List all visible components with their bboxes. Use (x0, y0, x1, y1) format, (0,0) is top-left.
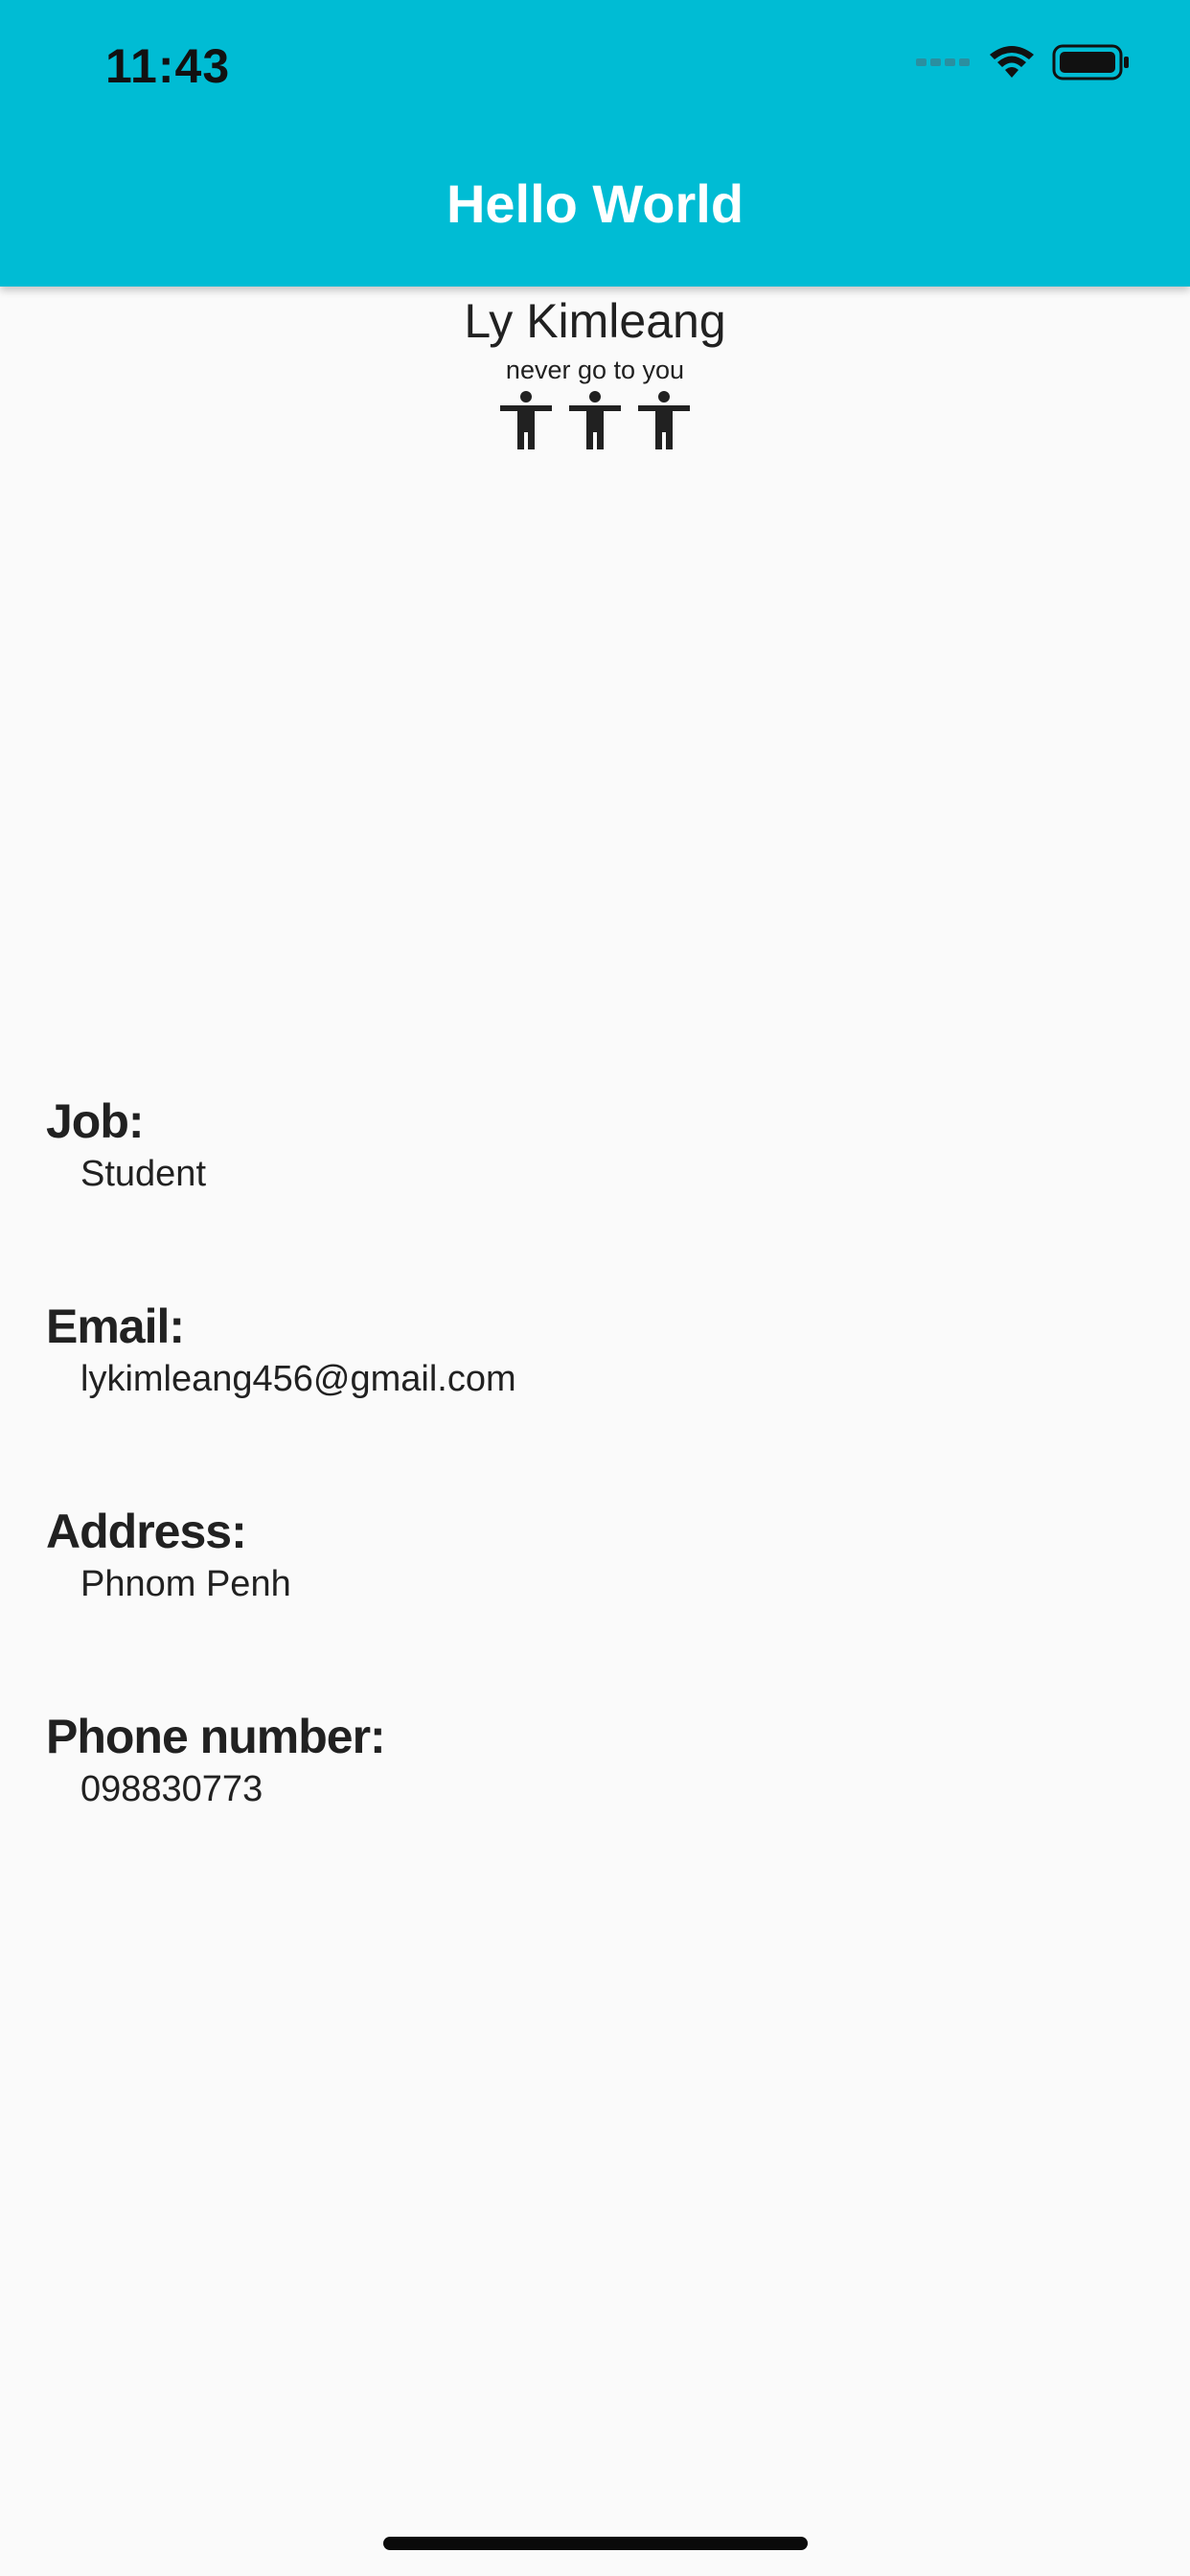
field-email: Email: lykimleang456@gmail.com (46, 1298, 516, 1403)
field-label: Job: (46, 1094, 145, 1148)
field-value: lykimleang456@gmail.com (80, 1359, 516, 1399)
field-value: Student (80, 1154, 206, 1194)
field-label: Email: (46, 1300, 185, 1353)
battery-icon (1052, 44, 1131, 85)
app-bar: 11:43 Hello World (0, 0, 1190, 287)
accessibility-icon (638, 390, 690, 449)
profile-header: Ly Kimleang never go to you (0, 287, 1190, 449)
status-icons (916, 40, 1131, 88)
field-address: Address: Phnom Penh (46, 1503, 516, 1608)
field-value: 098830773 (80, 1769, 263, 1809)
signal-icon (916, 56, 972, 74)
field-job: Job: Student (46, 1092, 516, 1198)
field-value: Phnom Penh (80, 1564, 291, 1604)
field-label: Address: (46, 1505, 247, 1558)
wifi-icon (989, 45, 1035, 84)
profile-info: Job: Student Email: lykimleang456@gmail.… (46, 1092, 516, 1913)
accessibility-icon (569, 390, 621, 449)
home-indicator[interactable] (383, 2537, 808, 2550)
profile-name: Ly Kimleang (464, 294, 726, 348)
field-phone: Phone number: 098830773 (46, 1708, 516, 1813)
figure-row (0, 390, 1190, 449)
status-time: 11:43 (105, 39, 231, 93)
app-bar-title: Hello World (446, 173, 744, 234)
profile-tagline: never go to you (505, 356, 685, 384)
accessibility-icon (500, 390, 552, 449)
field-label: Phone number: (46, 1710, 386, 1763)
